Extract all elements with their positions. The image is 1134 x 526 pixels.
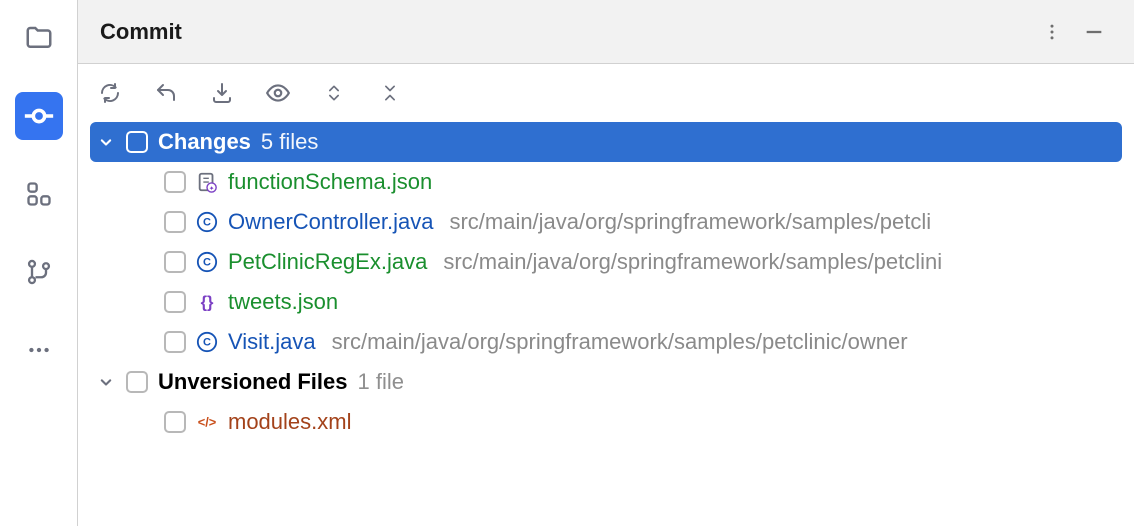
group-label: Changes bbox=[158, 129, 251, 155]
pull-requests-tool-button[interactable] bbox=[15, 248, 63, 296]
file-type-icon: ✦ bbox=[196, 171, 218, 193]
file-type-icon: {} bbox=[196, 291, 218, 313]
commit-toolbar bbox=[78, 64, 1134, 122]
chevron-down-icon bbox=[96, 132, 116, 152]
collapse-all-button[interactable] bbox=[376, 79, 404, 107]
undo-icon bbox=[154, 81, 178, 105]
file-name: modules.xml bbox=[228, 409, 351, 435]
refresh-button[interactable] bbox=[96, 79, 124, 107]
group-checkbox[interactable] bbox=[126, 131, 148, 153]
commit-panel: Commit bbox=[78, 0, 1134, 526]
minimize-icon bbox=[1083, 21, 1105, 43]
file-checkbox[interactable] bbox=[164, 331, 186, 353]
group-count: 5 files bbox=[261, 129, 318, 155]
left-tool-rail bbox=[0, 0, 78, 526]
file-row[interactable]: C OwnerController.java src/main/java/org/s… bbox=[90, 202, 1122, 242]
file-type-icon: C bbox=[196, 331, 218, 353]
file-name: Visit.java bbox=[228, 329, 316, 355]
svg-text:C: C bbox=[203, 257, 211, 269]
svg-text:C: C bbox=[203, 217, 211, 229]
file-row[interactable]: {} tweets.json bbox=[90, 282, 1122, 322]
more-vertical-icon bbox=[1042, 22, 1062, 42]
file-name: tweets.json bbox=[228, 289, 338, 315]
file-checkbox[interactable] bbox=[164, 251, 186, 273]
expand-icon bbox=[324, 83, 344, 103]
file-row[interactable]: ✦ functionSchema.json bbox=[90, 162, 1122, 202]
file-path: src/main/java/org/springframework/sample… bbox=[332, 329, 908, 355]
folder-icon bbox=[24, 23, 54, 53]
file-name: OwnerController.java bbox=[228, 209, 433, 235]
chevron-down-icon bbox=[96, 372, 116, 392]
file-name: functionSchema.json bbox=[228, 169, 432, 195]
changes-group-row[interactable]: Changes 5 files bbox=[90, 122, 1122, 162]
expand-all-button[interactable] bbox=[320, 79, 348, 107]
file-type-icon: C bbox=[196, 211, 218, 233]
hide-button[interactable] bbox=[1076, 14, 1112, 50]
svg-text:✦: ✦ bbox=[209, 185, 214, 192]
svg-text:{}: {} bbox=[201, 294, 214, 312]
eye-icon bbox=[265, 80, 291, 106]
rollback-button[interactable] bbox=[152, 79, 180, 107]
changes-tree: Changes 5 files ✦ functionSchema.json C Owner… bbox=[78, 122, 1134, 526]
more-horizontal-icon bbox=[26, 337, 52, 363]
group-checkbox[interactable] bbox=[126, 371, 148, 393]
file-checkbox[interactable] bbox=[164, 291, 186, 313]
commit-icon bbox=[22, 99, 56, 133]
shelve-button[interactable] bbox=[208, 79, 236, 107]
changes-group-row[interactable]: Unversioned Files 1 file bbox=[90, 362, 1122, 402]
panel-title: Commit bbox=[100, 19, 182, 45]
refresh-icon bbox=[98, 81, 122, 105]
group-label: Unversioned Files bbox=[158, 369, 348, 395]
commit-tool-button[interactable] bbox=[15, 92, 63, 140]
file-row[interactable]: </> modules.xml bbox=[90, 402, 1122, 442]
svg-text:C: C bbox=[203, 337, 211, 349]
diff-preview-button[interactable] bbox=[264, 79, 292, 107]
file-path: src/main/java/org/springframework/sample… bbox=[443, 249, 942, 275]
structure-tool-button[interactable] bbox=[15, 170, 63, 218]
file-type-icon: C bbox=[196, 251, 218, 273]
svg-text:</>: </> bbox=[198, 415, 217, 430]
file-checkbox[interactable] bbox=[164, 171, 186, 193]
git-branch-icon bbox=[25, 258, 53, 286]
file-name: PetClinicRegEx.java bbox=[228, 249, 427, 275]
more-tools-button[interactable] bbox=[15, 326, 63, 374]
file-row[interactable]: C PetClinicRegEx.java src/main/java/org/sp… bbox=[90, 242, 1122, 282]
structure-icon bbox=[25, 180, 53, 208]
options-button[interactable] bbox=[1034, 14, 1070, 50]
panel-titlebar: Commit bbox=[78, 0, 1134, 64]
project-tool-button[interactable] bbox=[15, 14, 63, 62]
download-icon bbox=[210, 81, 234, 105]
file-checkbox[interactable] bbox=[164, 211, 186, 233]
file-type-icon: </> bbox=[196, 411, 218, 433]
file-path: src/main/java/org/springframework/sample… bbox=[449, 209, 931, 235]
file-row[interactable]: C Visit.java src/main/java/org/springframe… bbox=[90, 322, 1122, 362]
collapse-icon bbox=[380, 83, 400, 103]
file-checkbox[interactable] bbox=[164, 411, 186, 433]
group-count: 1 file bbox=[358, 369, 404, 395]
